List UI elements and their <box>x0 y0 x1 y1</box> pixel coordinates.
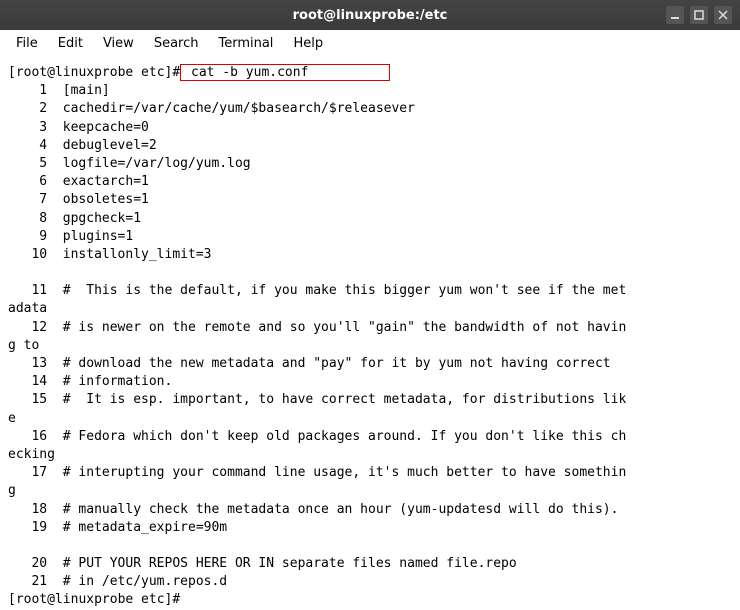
terminal-output-wrap: ecking <box>8 447 55 462</box>
terminal-output-line: # metadata_expire=90m <box>63 520 227 535</box>
line-number: 20 <box>8 555 47 573</box>
window-title: root@linuxprobe:/etc <box>293 8 448 23</box>
maximize-button[interactable] <box>690 6 708 24</box>
terminal-output-line: # interupting your command line usage, i… <box>63 465 627 480</box>
terminal-output-line: # It is esp. important, to have correct … <box>63 392 627 407</box>
line-number: 19 <box>8 519 47 537</box>
line-number: 2 <box>8 100 47 118</box>
terminal-command: cat -b yum.conf <box>180 64 390 81</box>
line-number: 16 <box>8 428 47 446</box>
terminal-prompt: [root@linuxprobe etc]# <box>8 65 180 80</box>
terminal-output-line: # download the new metadata and "pay" fo… <box>63 356 611 371</box>
window-titlebar: root@linuxprobe:/etc <box>0 0 740 30</box>
terminal-area[interactable]: [root@linuxprobe etc]# cat -b yum.conf 1… <box>0 58 740 610</box>
line-number: 8 <box>8 210 47 228</box>
line-number: 15 <box>8 391 47 409</box>
line-number: 1 <box>8 82 47 100</box>
terminal-output-line: # is newer on the remote and so you'll "… <box>63 320 627 335</box>
terminal-output-wrap: g to <box>8 338 39 353</box>
line-number: 12 <box>8 319 47 337</box>
menu-file[interactable]: File <box>8 34 46 53</box>
line-number: 10 <box>8 246 47 264</box>
terminal-output-line: # PUT YOUR REPOS HERE OR IN separate fil… <box>63 556 517 571</box>
line-number: 3 <box>8 119 47 137</box>
terminal-prompt: [root@linuxprobe etc]# <box>8 592 180 607</box>
terminal-output-line: # in /etc/yum.repos.d <box>63 574 227 589</box>
line-number: 5 <box>8 155 47 173</box>
minimize-button[interactable] <box>666 6 684 24</box>
terminal-output-line: installonly_limit=3 <box>63 247 212 262</box>
terminal-output-line: debuglevel=2 <box>63 138 157 153</box>
terminal-output-wrap: e <box>8 411 16 426</box>
close-button[interactable] <box>714 6 732 24</box>
line-number: 18 <box>8 501 47 519</box>
line-number: 21 <box>8 573 47 591</box>
menu-search[interactable]: Search <box>146 34 207 53</box>
line-number: 13 <box>8 355 47 373</box>
terminal-output-line: plugins=1 <box>63 229 133 244</box>
line-number: 6 <box>8 173 47 191</box>
menu-terminal[interactable]: Terminal <box>210 34 281 53</box>
terminal-output-line: # This is the default, if you make this … <box>63 283 627 298</box>
terminal-output-wrap: g <box>8 483 16 498</box>
line-number: 9 <box>8 228 47 246</box>
line-number: 17 <box>8 464 47 482</box>
terminal-output-line: gpgcheck=1 <box>63 211 141 226</box>
line-number: 14 <box>8 373 47 391</box>
terminal-output-line: # manually check the metadata once an ho… <box>63 502 619 517</box>
menu-view[interactable]: View <box>95 34 142 53</box>
menubar: File Edit View Search Terminal Help <box>0 30 740 58</box>
line-number: 11 <box>8 282 47 300</box>
line-number: 4 <box>8 137 47 155</box>
terminal-output-line: keepcache=0 <box>63 120 149 135</box>
menu-edit[interactable]: Edit <box>50 34 91 53</box>
terminal-output-line: [main] <box>63 83 110 98</box>
terminal-output-line: # information. <box>63 374 173 389</box>
terminal-output-line: exactarch=1 <box>63 174 149 189</box>
terminal-output-line: # Fedora which don't keep old packages a… <box>63 429 627 444</box>
menu-help[interactable]: Help <box>285 34 331 53</box>
terminal-output-line: obsoletes=1 <box>63 192 149 207</box>
line-number: 7 <box>8 191 47 209</box>
terminal-output-line: logfile=/var/log/yum.log <box>63 156 251 171</box>
terminal-output-wrap: adata <box>8 301 47 316</box>
terminal-output-line: cachedir=/var/cache/yum/$basearch/$relea… <box>63 101 415 116</box>
